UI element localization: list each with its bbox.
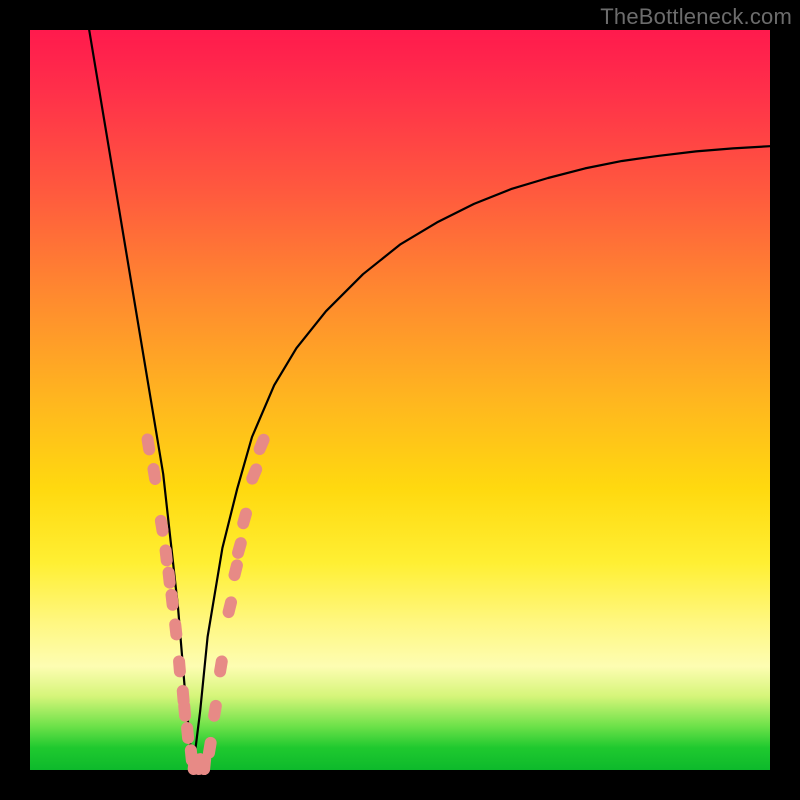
curve-marker xyxy=(169,618,183,641)
curve-marker xyxy=(221,595,238,619)
curve-marker xyxy=(173,655,187,678)
curve-marker xyxy=(147,462,162,486)
curve-marker xyxy=(244,462,264,487)
curve-marker xyxy=(141,433,156,457)
plot-area xyxy=(30,30,770,770)
curve-marker xyxy=(207,699,222,723)
curve-marker xyxy=(236,506,254,530)
marker-group xyxy=(141,432,272,776)
chart-frame: TheBottleneck.com xyxy=(0,0,800,800)
curve-marker xyxy=(213,655,228,679)
curve-marker xyxy=(231,536,249,560)
curve-marker xyxy=(227,558,244,582)
watermark-text: TheBottleneck.com xyxy=(600,4,792,30)
bottleneck-curve xyxy=(89,30,770,770)
curve-marker xyxy=(181,721,195,744)
curve-svg xyxy=(30,30,770,770)
curve-marker xyxy=(178,699,192,722)
curve-marker xyxy=(202,736,217,760)
curve-marker xyxy=(252,432,272,457)
